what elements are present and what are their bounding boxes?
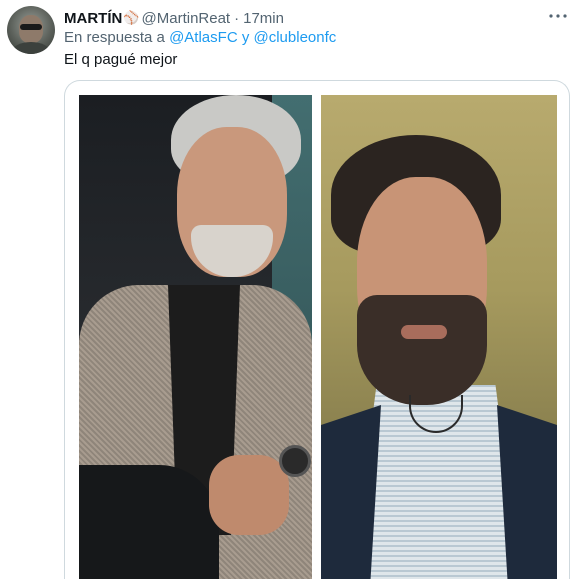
- tweet-text: El q pagué mejor: [64, 51, 178, 68]
- reply-context: En respuesta a @AtlasFC y @clubleonfc: [64, 29, 336, 46]
- reply-joiner: y: [241, 29, 250, 46]
- photo-left[interactable]: [79, 95, 312, 579]
- reply-user-atlas[interactable]: @AtlasFC: [169, 29, 238, 46]
- user-handle[interactable]: @MartinReat: [142, 10, 231, 27]
- avatar-sunglasses: [20, 24, 42, 30]
- photo-right-mouth: [401, 325, 447, 339]
- more-icon[interactable]: [546, 6, 570, 26]
- photo-right-jacket-left: [321, 405, 381, 579]
- baseball-icon: ⚾: [123, 10, 140, 25]
- photo-left-leg: [79, 465, 219, 579]
- photo-left-watch: [279, 445, 311, 477]
- photo-left-hand: [209, 455, 289, 535]
- tweet-header: MARTÍN ⚾ @MartinReat · 17min: [64, 8, 560, 28]
- reply-prefix: En respuesta a: [64, 29, 165, 46]
- photo-right[interactable]: [321, 95, 557, 579]
- avatar-body: [12, 42, 50, 54]
- photo-right-beard: [357, 295, 487, 405]
- photo-right-jacket-right: [497, 405, 557, 579]
- separator-dot: ·: [234, 9, 240, 27]
- media-container[interactable]: [64, 80, 570, 579]
- avatar[interactable]: [7, 6, 55, 54]
- display-name[interactable]: MARTÍN: [64, 10, 122, 27]
- reply-user-leon[interactable]: @clubleonfc: [254, 29, 337, 46]
- more-dots-icon: [549, 14, 567, 18]
- timestamp[interactable]: 17min: [243, 10, 284, 27]
